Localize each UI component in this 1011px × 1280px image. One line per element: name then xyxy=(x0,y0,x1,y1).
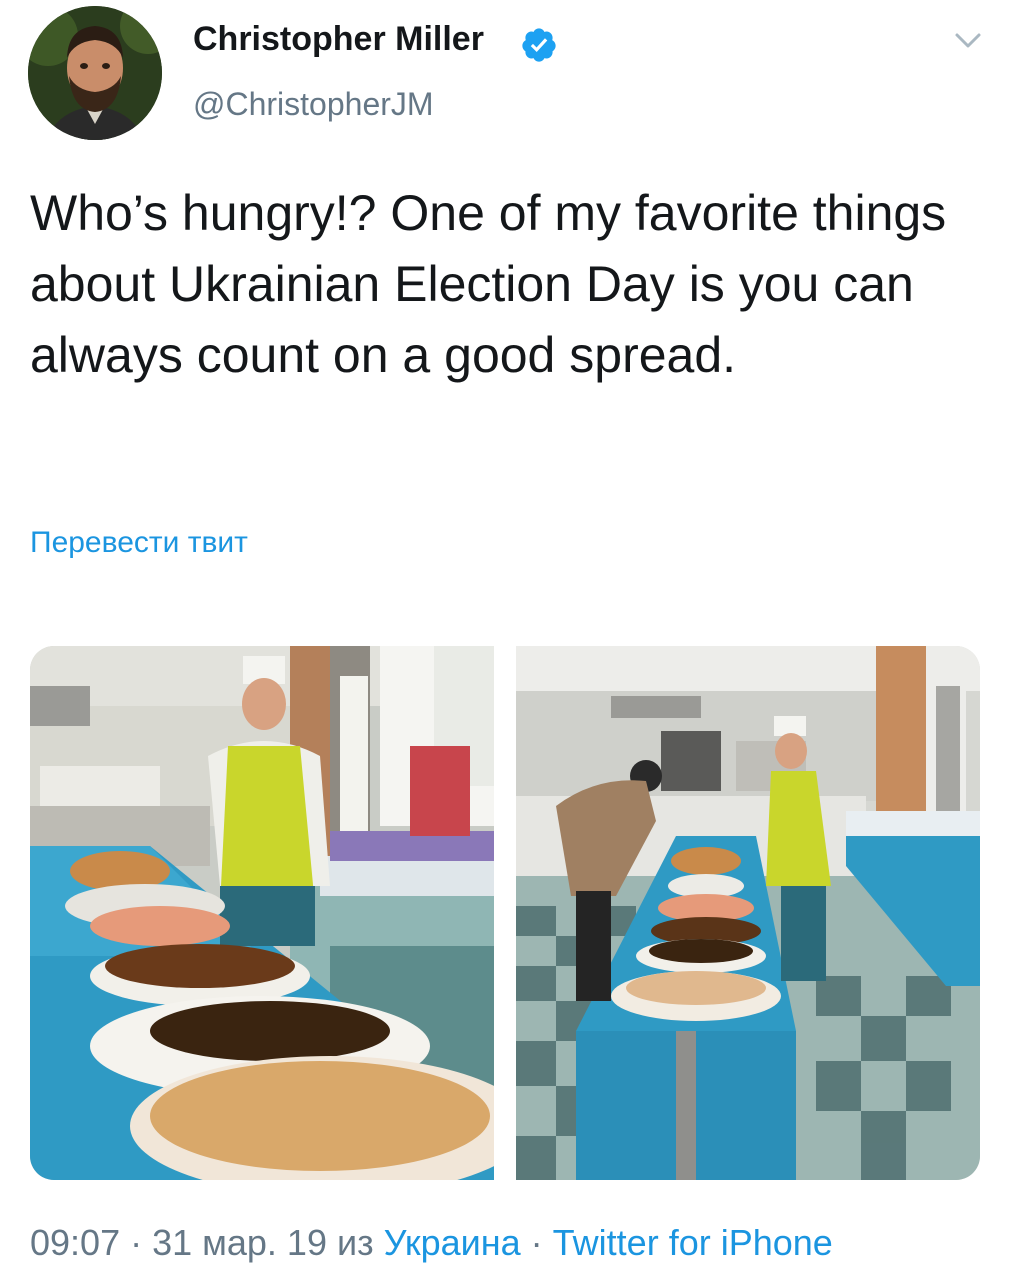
tweet-text: Who’s hungry!? One of my favorite things… xyxy=(30,185,947,383)
chevron-down-icon[interactable] xyxy=(953,30,983,52)
avatar[interactable] xyxy=(28,6,162,140)
tweet-photo-2[interactable] xyxy=(516,646,980,1180)
meta-separator: · xyxy=(520,1222,553,1263)
polling-station-buffet-photo xyxy=(30,646,494,1180)
polling-station-hall-photo xyxy=(516,646,980,1180)
author-handle[interactable]: @ChristopherJM xyxy=(193,86,434,123)
verified-badge-icon xyxy=(522,28,556,62)
tweet-meta: 09:07 · 31 мар. 19 из Украина · Twitter … xyxy=(30,1222,833,1264)
tweet-source-link[interactable]: Twitter for iPhone xyxy=(553,1222,833,1263)
tweet-date[interactable]: 31 мар. 19 xyxy=(152,1222,327,1263)
avatar-image xyxy=(28,6,162,140)
meta-separator: · xyxy=(120,1222,153,1263)
author-name[interactable]: Christopher Miller xyxy=(193,20,484,59)
tweet-time[interactable]: 09:07 xyxy=(30,1222,120,1263)
tweet-photo-1[interactable] xyxy=(30,646,494,1180)
tweet-location-link[interactable]: Украина xyxy=(384,1222,521,1263)
translate-tweet-link[interactable]: Перевести твит xyxy=(30,526,248,560)
from-label: из xyxy=(326,1222,384,1263)
